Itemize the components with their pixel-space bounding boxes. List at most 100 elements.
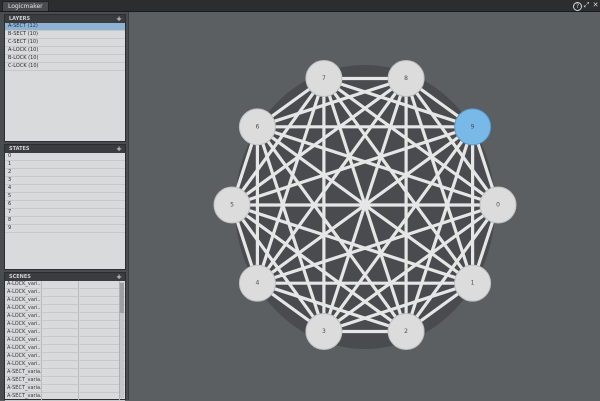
scene-row[interactable]: A-LOCK_vari... xyxy=(5,313,125,321)
scene-cell xyxy=(42,345,79,352)
scene-name: A-SECT_varia... xyxy=(7,393,42,400)
expand-icon[interactable]: ⤢ xyxy=(582,1,591,10)
sidebar: LAYERS + A-SECT (12) B-SECT (10) C-SECT (1… xyxy=(0,12,128,401)
scene-cell xyxy=(79,353,120,360)
state-item[interactable]: 1 xyxy=(5,161,125,169)
scene-cell xyxy=(42,305,79,312)
scene-cell xyxy=(79,281,120,288)
scene-cell xyxy=(79,377,120,384)
graph-node[interactable]: 0 xyxy=(479,186,517,224)
states-title: STATES xyxy=(9,146,30,152)
state-item[interactable]: 4 xyxy=(5,185,125,193)
scene-row[interactable]: A-SECT_varia... xyxy=(5,369,125,377)
add-layer-icon[interactable]: + xyxy=(116,15,122,23)
graph-node-label: 5 xyxy=(230,202,234,209)
scene-cell xyxy=(42,313,79,320)
state-item[interactable]: 2 xyxy=(5,169,125,177)
graph-node[interactable]: 6 xyxy=(238,108,276,146)
scenes-title: SCENES xyxy=(9,274,31,280)
scene-row[interactable]: A-LOCK_vari... xyxy=(5,297,125,305)
scene-cell xyxy=(79,313,120,320)
graph-node-label: 4 xyxy=(255,280,259,287)
scene-name: A-LOCK_vari... xyxy=(7,297,42,304)
scene-row[interactable]: A-LOCK_vari... xyxy=(5,329,125,337)
state-item[interactable]: 6 xyxy=(5,201,125,209)
state-item[interactable]: 5 xyxy=(5,193,125,201)
scene-cell xyxy=(79,393,120,400)
layers-list: A-SECT (12) B-SECT (10) C-SECT (10) A-LOCK … xyxy=(5,23,125,71)
layer-item[interactable]: A-SECT (12) xyxy=(5,23,125,31)
scene-row[interactable]: A-LOCK_vari... xyxy=(5,289,125,297)
scene-name: A-LOCK_vari... xyxy=(7,313,42,320)
graph-node[interactable]: 5 xyxy=(213,186,251,224)
scene-cell xyxy=(42,369,79,376)
states-list: 0123456789 xyxy=(5,153,125,233)
app-tab[interactable]: Logicmaker xyxy=(2,1,49,11)
scene-row[interactable]: A-LOCK_vari... xyxy=(5,337,125,345)
scene-cell xyxy=(42,329,79,336)
scene-name: A-LOCK_vari... xyxy=(7,289,42,296)
graph-node[interactable]: 7 xyxy=(305,60,343,98)
layer-item[interactable]: B-LOCK (10) xyxy=(5,55,125,63)
scene-cell xyxy=(79,297,120,304)
graph-node-label: 2 xyxy=(404,328,408,335)
scenes-scrollbar[interactable] xyxy=(119,282,124,398)
help-icon[interactable]: ? xyxy=(573,2,582,11)
scene-cell xyxy=(79,289,120,296)
scene-name: A-LOCK_vari... xyxy=(7,305,42,312)
scenes-header: SCENES + xyxy=(5,273,125,281)
scene-name: A-LOCK_vari... xyxy=(7,337,42,344)
graph-node-label: 7 xyxy=(322,75,326,82)
close-icon[interactable]: ✕ xyxy=(591,1,600,10)
graph-canvas[interactable]: 7 8 9 0 1 2 3 4 5 6 xyxy=(128,12,600,400)
state-item[interactable]: 3 xyxy=(5,177,125,185)
scene-name: A-SECT_varia... xyxy=(7,369,42,376)
scenes-scroll-thumb[interactable] xyxy=(120,283,124,313)
scene-row[interactable]: A-SECT_varia... xyxy=(5,377,125,385)
graph-node-label: 9 xyxy=(471,123,475,130)
graph-node[interactable]: 9 xyxy=(454,108,492,146)
state-item[interactable]: 0 xyxy=(5,153,125,161)
graph-node-label: 3 xyxy=(322,328,326,335)
layers-header: LAYERS + xyxy=(5,15,125,23)
scene-cell xyxy=(42,385,79,392)
scene-cell xyxy=(79,321,120,328)
graph-node[interactable]: 4 xyxy=(238,264,276,302)
scene-row[interactable]: A-LOCK_vari... xyxy=(5,281,125,289)
layer-item[interactable]: C-SECT (10) xyxy=(5,39,125,47)
scene-row[interactable]: A-LOCK_vari... xyxy=(5,345,125,353)
add-state-icon[interactable]: + xyxy=(116,145,122,153)
scene-cell xyxy=(79,385,120,392)
scene-cell xyxy=(79,369,120,376)
layers-panel: LAYERS + A-SECT (12) B-SECT (10) C-SECT (1… xyxy=(4,14,126,142)
scene-cell xyxy=(42,337,79,344)
scene-cell xyxy=(79,337,120,344)
scene-cell xyxy=(42,297,79,304)
graph-node-label: 1 xyxy=(471,280,475,287)
scene-row[interactable]: A-SECT_varia... xyxy=(5,385,125,393)
graph-node[interactable]: 3 xyxy=(305,312,343,350)
scene-row[interactable]: A-LOCK_vari... xyxy=(5,305,125,313)
state-item[interactable]: 9 xyxy=(5,225,125,233)
scene-row[interactable]: A-LOCK_vari... xyxy=(5,321,125,329)
state-item[interactable]: 7 xyxy=(5,209,125,217)
scene-cell xyxy=(79,329,120,336)
layer-item[interactable]: A-LOCK (10) xyxy=(5,47,125,55)
add-scene-icon[interactable]: + xyxy=(116,273,122,281)
scene-cell xyxy=(79,345,120,352)
graph-node[interactable]: 8 xyxy=(387,60,425,98)
graph-node[interactable]: 1 xyxy=(454,264,492,302)
states-panel: STATES + 0123456789 xyxy=(4,144,126,270)
scene-cell xyxy=(79,305,120,312)
layer-item[interactable]: B-SECT (10) xyxy=(5,31,125,39)
title-bar: Logicmaker ? ⤢ ✕ xyxy=(0,0,600,12)
scene-cell xyxy=(42,353,79,360)
scene-row[interactable]: A-LOCK_vari... xyxy=(5,353,125,361)
graph-node[interactable]: 2 xyxy=(387,312,425,350)
scene-row[interactable]: A-LOCK_vari... xyxy=(5,361,125,369)
states-header: STATES + xyxy=(5,145,125,153)
scene-cell xyxy=(79,361,120,368)
layer-item[interactable]: C-LOCK (10) xyxy=(5,63,125,71)
state-item[interactable]: 8 xyxy=(5,217,125,225)
scene-cell xyxy=(42,393,79,400)
